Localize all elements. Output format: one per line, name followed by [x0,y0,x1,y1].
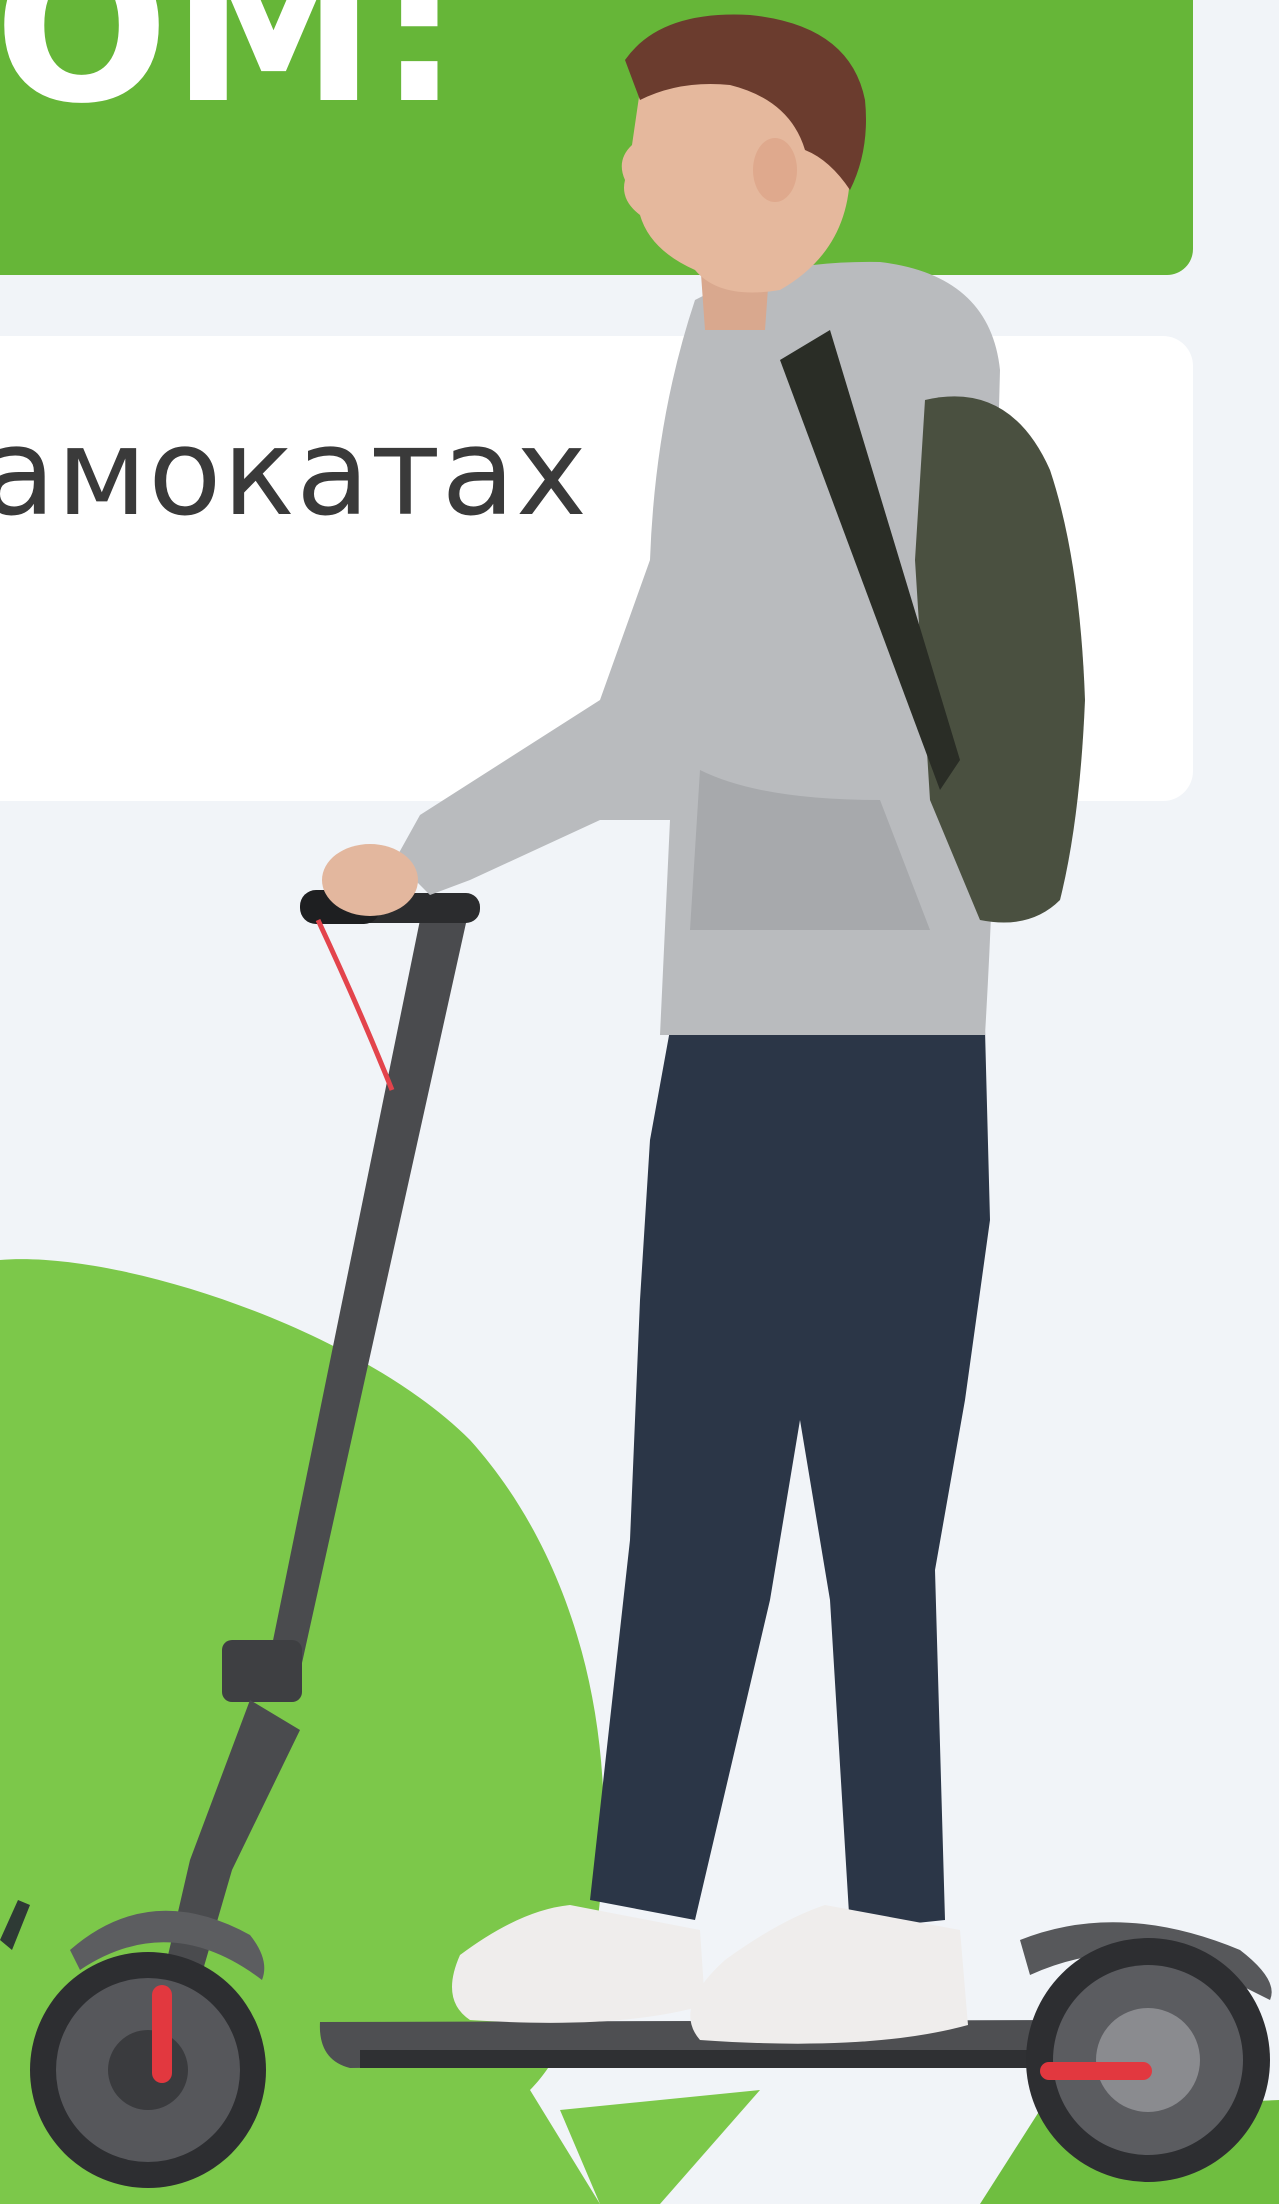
scooter-folding-joint [222,1640,302,1702]
front-red-reflector [152,1985,172,2083]
brake-cable [315,918,395,1091]
scooter-photo-illustration [0,14,1279,2204]
person-on-scooter-icon [30,14,1272,2188]
ear [753,138,797,202]
right-shoe [690,1905,968,2044]
rear-red-reflector [1040,2062,1152,2080]
jeans [590,1030,990,1930]
green-bubble-tail [560,2090,760,2204]
hand [322,844,418,916]
